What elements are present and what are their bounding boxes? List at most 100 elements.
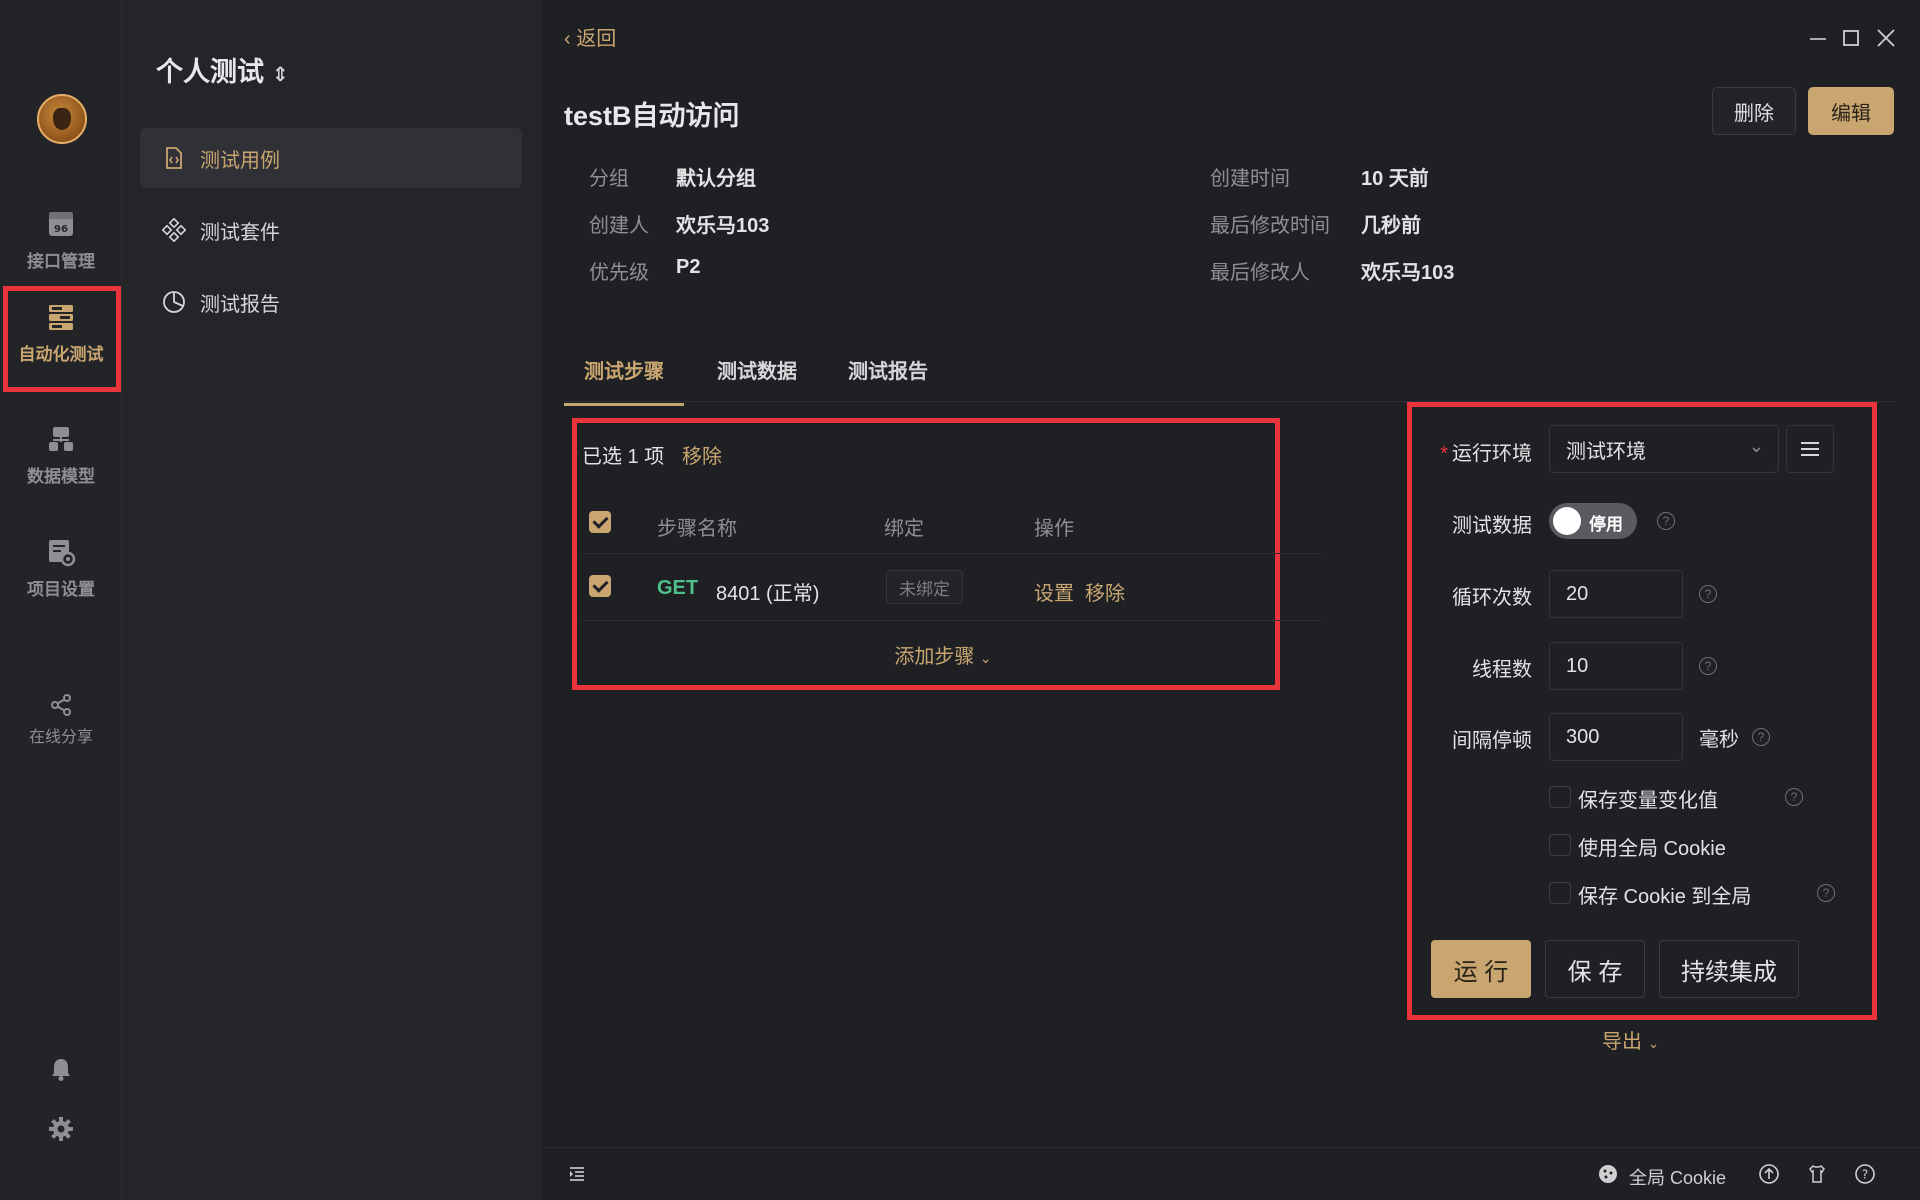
run-button[interactable]: 运 行 bbox=[1431, 940, 1531, 998]
rail-item-automation-test[interactable]: 自动化测试 bbox=[0, 283, 122, 392]
loop-count-input[interactable] bbox=[1549, 570, 1683, 618]
help-icon[interactable]: ? bbox=[1699, 585, 1717, 603]
rail-item-project-settings[interactable]: 项目设置 bbox=[0, 518, 122, 618]
page-title: testB自动访问 bbox=[564, 101, 740, 131]
suite-icon bbox=[162, 218, 186, 242]
back-link[interactable]: ‹ 返回 bbox=[564, 22, 616, 51]
menu-icon bbox=[1801, 442, 1819, 444]
cookie-icon bbox=[1599, 1165, 1617, 1183]
group-label: 分组 bbox=[589, 168, 629, 190]
test-data-toggle[interactable]: 停用 bbox=[1549, 503, 1637, 539]
nav-item-label: 测试报告 bbox=[200, 293, 280, 316]
rail-share-label: 在线分享 bbox=[28, 729, 93, 746]
created-time-label: 创建时间 bbox=[1210, 168, 1290, 190]
test-data-label: 测试数据 bbox=[1452, 515, 1532, 537]
step-remove-link[interactable]: 移除 bbox=[1085, 577, 1125, 606]
interval-input[interactable] bbox=[1549, 713, 1683, 761]
tab-test-steps[interactable]: 测试步骤 bbox=[564, 355, 684, 406]
env-menu-button[interactable] bbox=[1786, 425, 1834, 473]
sort-updown-icon: ⇕ bbox=[272, 64, 289, 86]
export-dropdown[interactable]: 导出 ⌄ bbox=[1602, 1025, 1659, 1054]
help-icon[interactable]: ? bbox=[1699, 657, 1717, 675]
selected-count: 已选 1 项 bbox=[582, 446, 665, 468]
secondary-sidebar: 个人测试 ⇕ 测试用例 测试套件 测试报告 bbox=[122, 0, 542, 1200]
interval-unit: 毫秒 bbox=[1699, 729, 1739, 751]
maximize-icon[interactable] bbox=[1842, 29, 1860, 47]
save-variable-checkbox[interactable] bbox=[1549, 786, 1571, 808]
divider bbox=[582, 620, 1322, 621]
rail-item-share[interactable]: 在线分享 bbox=[0, 693, 122, 747]
chevron-down-icon: ⌄ bbox=[1748, 436, 1764, 456]
global-cookie-button[interactable]: 全局 Cookie bbox=[1629, 1164, 1726, 1190]
rail-item-label: 数据模型 bbox=[27, 466, 95, 486]
data-model-icon bbox=[49, 426, 73, 451]
svg-text:?: ? bbox=[1862, 1168, 1868, 1182]
file-code-icon bbox=[166, 147, 182, 169]
left-rail: 96 接口管理 自动化测试 数据模型 项目设置 在线分享 bbox=[0, 0, 122, 1200]
chevron-down-icon: ⌄ bbox=[979, 650, 992, 666]
avatar[interactable] bbox=[37, 94, 87, 144]
step-settings-link[interactable]: 设置 bbox=[1034, 577, 1074, 606]
chevron-down-icon: ⌄ bbox=[1647, 1035, 1660, 1051]
bell-icon[interactable] bbox=[48, 1056, 74, 1082]
select-all-checkbox[interactable] bbox=[589, 511, 611, 533]
toggle-knob bbox=[1553, 507, 1581, 535]
nav-item-test-reports[interactable]: 测试报告 bbox=[140, 272, 522, 332]
tab-test-data[interactable]: 测试数据 bbox=[717, 355, 797, 405]
help-icon[interactable]: ? bbox=[1817, 884, 1835, 902]
rail-item-api-management[interactable]: 96 接口管理 bbox=[0, 190, 122, 290]
chevron-left-icon: ‹ bbox=[564, 28, 577, 50]
help-icon[interactable]: ? bbox=[1785, 788, 1803, 806]
binding-status-tag: 未绑定 bbox=[886, 570, 963, 604]
svg-text:96: 96 bbox=[54, 224, 68, 235]
loop-count-label: 循环次数 bbox=[1452, 587, 1532, 609]
use-global-cookie-checkbox[interactable] bbox=[1549, 834, 1571, 856]
gear-icon[interactable] bbox=[48, 1116, 74, 1142]
help-icon[interactable]: ? bbox=[1752, 728, 1770, 746]
project-switcher[interactable]: 个人测试 ⇕ bbox=[156, 50, 289, 89]
rail-item-label: 接口管理 bbox=[27, 251, 95, 271]
indent-icon[interactable] bbox=[568, 1165, 586, 1183]
column-header-step-name: 步骤名称 bbox=[657, 518, 737, 540]
threads-input[interactable] bbox=[1549, 642, 1683, 690]
step-name[interactable]: 8401 (正常) bbox=[716, 577, 819, 606]
close-icon[interactable] bbox=[1876, 28, 1896, 48]
pie-chart-icon bbox=[163, 291, 185, 313]
save-cookie-global-checkbox[interactable] bbox=[1549, 882, 1571, 904]
nav-item-test-suites[interactable]: 测试套件 bbox=[140, 200, 522, 260]
row-checkbox[interactable] bbox=[589, 575, 611, 597]
minimize-icon[interactable] bbox=[1809, 30, 1827, 48]
interval-label: 间隔停顿 bbox=[1452, 730, 1532, 752]
upload-icon[interactable] bbox=[1758, 1163, 1780, 1185]
column-header-binding: 绑定 bbox=[884, 518, 924, 540]
api-management-icon: 96 bbox=[49, 211, 73, 236]
rail-item-label: 项目设置 bbox=[27, 579, 95, 599]
modifier-label: 最后修改人 bbox=[1210, 262, 1310, 284]
share-icon bbox=[51, 694, 71, 716]
edit-button[interactable]: 编辑 bbox=[1808, 87, 1894, 135]
add-step-button[interactable]: 添加步骤 ⌄ bbox=[564, 640, 1322, 669]
main-panel: ‹ 返回 testB自动访问 删除 编辑 分组 默认分组 创建人 欢乐马103 … bbox=[542, 0, 1920, 1200]
tab-test-report[interactable]: 测试报告 bbox=[848, 355, 928, 405]
save-cookie-global-label: 保存 Cookie 到全局 bbox=[1578, 886, 1752, 908]
help-icon[interactable]: ? bbox=[1657, 512, 1675, 530]
ci-button[interactable]: 持续集成 bbox=[1659, 940, 1799, 998]
priority-label: 优先级 bbox=[589, 262, 649, 284]
env-select[interactable]: 测试环境 ⌄ bbox=[1549, 425, 1779, 473]
nav-item-label: 测试用例 bbox=[200, 149, 280, 172]
project-title: 个人测试 bbox=[156, 57, 264, 87]
delete-button[interactable]: 删除 bbox=[1712, 87, 1796, 135]
modified-time-value: 几秒前 bbox=[1361, 215, 1421, 237]
bulk-remove-link[interactable]: 移除 bbox=[682, 440, 722, 469]
highlight-box bbox=[1407, 402, 1877, 1020]
project-settings-icon bbox=[49, 539, 76, 566]
modifier-value: 欢乐马103 bbox=[1361, 262, 1455, 284]
creator-label: 创建人 bbox=[589, 215, 649, 237]
rail-item-data-model[interactable]: 数据模型 bbox=[0, 405, 122, 505]
nav-item-test-cases[interactable]: 测试用例 bbox=[140, 128, 522, 188]
http-method-badge: GET bbox=[657, 577, 699, 599]
save-button[interactable]: 保 存 bbox=[1545, 940, 1645, 998]
help-circle-icon[interactable]: ? bbox=[1854, 1163, 1876, 1185]
shirt-icon[interactable] bbox=[1806, 1163, 1828, 1185]
highlight-box bbox=[3, 286, 121, 392]
